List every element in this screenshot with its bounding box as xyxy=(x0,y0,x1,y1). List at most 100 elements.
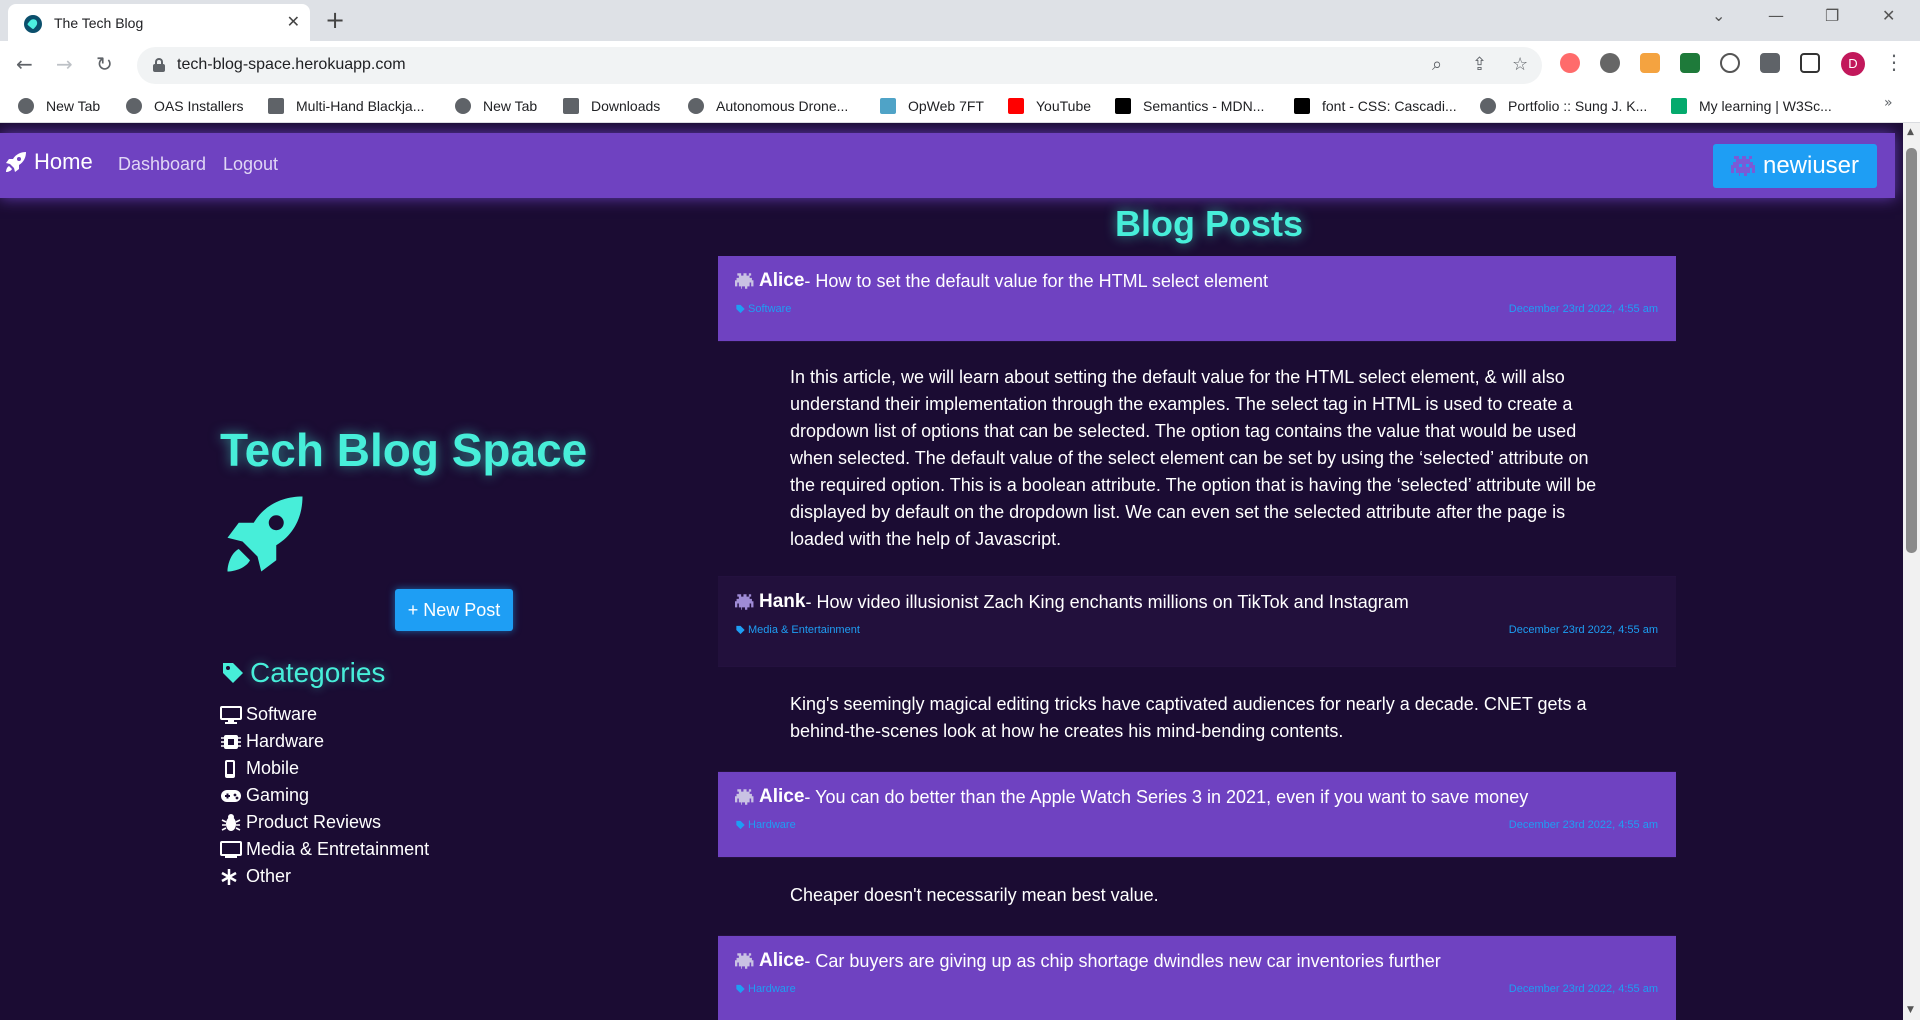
reload-icon[interactable]: ↻ xyxy=(96,52,113,76)
forward-icon[interactable]: → xyxy=(56,52,73,76)
bookmarks-bar: New Tab OAS Installers Multi-Hand Blackj… xyxy=(0,89,1920,123)
category-other[interactable]: Other xyxy=(220,863,429,890)
post-header[interactable]: Hank - How video illusionist Zach King e… xyxy=(718,577,1676,667)
scroll-down-icon[interactable]: ▼ xyxy=(1907,1005,1914,1015)
new-tab-icon[interactable]: + xyxy=(325,6,345,34)
bookmark-item[interactable]: Downloads xyxy=(563,96,660,116)
posts-heading: Blog Posts xyxy=(1115,203,1304,244)
post-category[interactable]: Software xyxy=(735,303,791,315)
share-icon[interactable]: ⇪ xyxy=(1472,54,1487,75)
category-product-reviews[interactable]: Product Reviews xyxy=(220,809,429,836)
post-title: - You can do better than the Apple Watch… xyxy=(804,786,1529,807)
close-window-icon[interactable]: ✕ xyxy=(1882,6,1895,25)
asterisk-icon xyxy=(221,868,237,885)
post-header[interactable]: Alice - How to set the default value for… xyxy=(718,256,1676,342)
bookmark-item[interactable]: Portfolio :: Sung J. K... xyxy=(1480,96,1647,116)
bookmark-item[interactable]: Multi-Hand Blackja... xyxy=(268,96,424,116)
post-title-line: Hank - How video illusionist Zach King e… xyxy=(735,591,1409,613)
lock-icon[interactable] xyxy=(153,58,165,72)
gamepad-icon xyxy=(221,789,241,802)
globe-icon xyxy=(455,98,471,114)
globe-icon xyxy=(688,98,704,114)
extension-red-icon[interactable] xyxy=(1560,53,1580,73)
post-author: Hank xyxy=(759,591,806,612)
color-picker-extension-icon[interactable] xyxy=(1640,53,1660,73)
post-header[interactable]: Alice - Car buyers are giving up as chip… xyxy=(718,936,1676,1020)
tag-icon xyxy=(736,820,745,830)
post-title-line: Alice - How to set the default value for… xyxy=(735,270,1268,292)
bookmark-item[interactable]: font - CSS: Cascadi... xyxy=(1294,96,1457,116)
tab-search-icon[interactable]: ⌄ xyxy=(1712,6,1725,25)
scroll-up-icon[interactable]: ▲ xyxy=(1907,127,1914,137)
bookmark-item[interactable]: New Tab xyxy=(18,96,100,116)
back-icon[interactable]: ← xyxy=(16,52,33,76)
username: newiuser xyxy=(1762,152,1860,179)
bookmark-item[interactable]: OAS Installers xyxy=(126,96,243,116)
menu-kebab-icon[interactable]: ⋮ xyxy=(1884,50,1904,74)
tv-icon xyxy=(220,840,242,858)
desktop-icon xyxy=(220,705,242,724)
cards-icon xyxy=(268,98,284,114)
category-gaming[interactable]: Gaming xyxy=(220,782,429,809)
minimize-icon[interactable]: — xyxy=(1768,6,1784,25)
page-content: Home Dashboard Logout newiuser Tech Blog… xyxy=(0,123,1903,1020)
post-body: Cheaper doesn't necessarily mean best va… xyxy=(718,858,1676,936)
post-date: December 23rd 2022, 4:55 am xyxy=(1508,983,1658,995)
bookmark-item[interactable]: OpWeb 7FT xyxy=(880,96,984,116)
address-bar[interactable]: tech-blog-space.herokuapp.com ⌕ ⇪ ☆ xyxy=(137,47,1542,84)
post-title-line: Alice - Car buyers are giving up as chip… xyxy=(735,950,1441,972)
category-mobile[interactable]: Mobile xyxy=(220,755,429,782)
url-text[interactable]: tech-blog-space.herokuapp.com xyxy=(177,56,406,74)
more-bookmarks-icon[interactable]: » xyxy=(1884,95,1893,111)
youtube-icon xyxy=(1008,98,1024,114)
side-panel-icon[interactable] xyxy=(1800,53,1820,73)
restore-icon[interactable]: ❐ xyxy=(1825,6,1839,25)
extensions-puzzle-icon[interactable] xyxy=(1760,53,1780,73)
post-category[interactable]: Media & Entertainment xyxy=(735,624,860,636)
globe-icon xyxy=(18,98,34,114)
tag-icon xyxy=(223,663,243,683)
bookmark-item[interactable]: YouTube xyxy=(1008,96,1091,116)
page-scrollbar[interactable]: ▲ ▼ xyxy=(1903,123,1920,1020)
browser-tab[interactable]: The Tech Blog ✕ xyxy=(8,4,310,41)
post-category[interactable]: Hardware xyxy=(735,983,796,995)
bookmark-item[interactable]: My learning | W3Sc... xyxy=(1671,96,1832,116)
bookmark-star-icon[interactable]: ☆ xyxy=(1512,54,1528,75)
globe-icon xyxy=(126,98,142,114)
close-tab-icon[interactable]: ✕ xyxy=(287,12,300,31)
globe-icon xyxy=(1480,98,1496,114)
post-date: December 23rd 2022, 4:55 am xyxy=(1508,819,1658,831)
category-software[interactable]: Software xyxy=(220,701,429,728)
wordpress-extension-icon[interactable] xyxy=(1600,53,1620,73)
post-header[interactable]: Alice - You can do better than the Apple… xyxy=(718,772,1676,858)
space-invader-icon xyxy=(735,953,754,969)
tab-title: The Tech Blog xyxy=(54,15,144,31)
scroll-thumb[interactable] xyxy=(1906,148,1917,553)
nav-logout-link[interactable]: Logout xyxy=(223,154,278,175)
nav-dashboard-link[interactable]: Dashboard xyxy=(118,154,206,175)
post-date: December 23rd 2022, 4:55 am xyxy=(1508,624,1658,636)
user-button[interactable]: newiuser xyxy=(1713,144,1877,188)
home-link[interactable]: Home xyxy=(4,149,93,175)
profile-avatar[interactable]: D xyxy=(1841,52,1865,76)
chip-icon xyxy=(221,734,241,749)
post-title: - How to set the default value for the H… xyxy=(804,270,1268,291)
post-author: Alice xyxy=(759,270,805,291)
bookmark-item[interactable]: Autonomous Drone... xyxy=(688,96,848,116)
space-invader-icon xyxy=(735,273,754,289)
space-invader-icon xyxy=(735,594,754,610)
excel-extension-icon[interactable] xyxy=(1680,53,1700,73)
new-post-button[interactable]: + New Post xyxy=(395,589,513,631)
post-category[interactable]: Hardware xyxy=(735,819,796,831)
rocket-icon xyxy=(6,152,26,172)
bookmark-item[interactable]: New Tab xyxy=(455,96,537,116)
download-icon xyxy=(563,98,579,114)
post-title: - How video illusionist Zach King enchan… xyxy=(805,591,1409,612)
brand-label: Home xyxy=(34,149,93,174)
category-hardware[interactable]: Hardware xyxy=(220,728,429,755)
devtools-extension-icon[interactable] xyxy=(1720,53,1740,73)
bookmark-item[interactable]: Semantics - MDN... xyxy=(1115,96,1264,116)
zoom-icon[interactable]: ⌕ xyxy=(1432,54,1442,75)
category-media-entertainment[interactable]: Media & Entretainment xyxy=(220,836,429,863)
post-date: December 23rd 2022, 4:55 am xyxy=(1508,303,1658,315)
